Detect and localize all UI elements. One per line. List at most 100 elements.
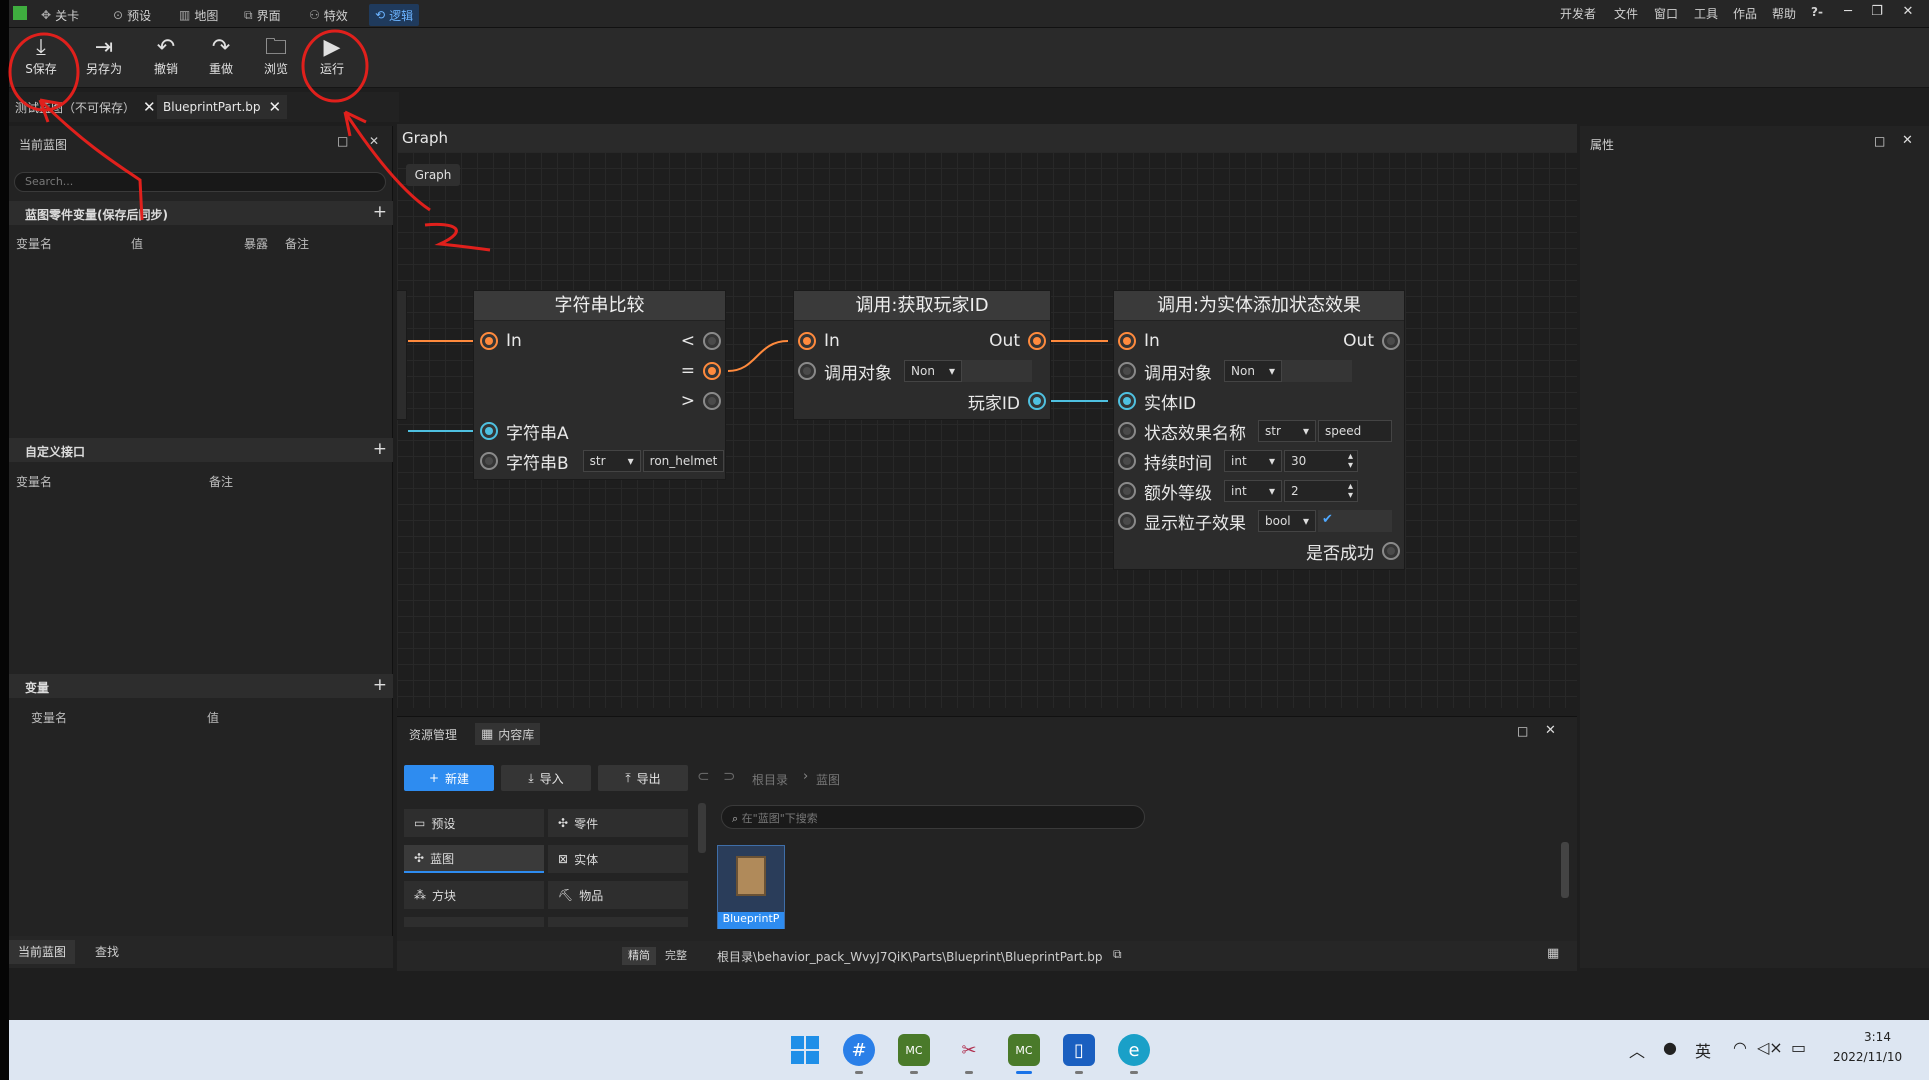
stepper-arrows-icon[interactable]: ▴ ▾ <box>1348 452 1353 471</box>
snipping-tool-icon[interactable]: ✂ <box>953 1034 985 1066</box>
ime-indicator[interactable]: 英 <box>1695 1038 1711 1062</box>
data-pin-icon[interactable] <box>1118 452 1136 470</box>
wifi-icon[interactable]: ◠ <box>1733 1038 1747 1057</box>
clock-time[interactable]: 3:14 <box>1864 1030 1891 1044</box>
type-dropdown[interactable]: str ▾ <box>1258 420 1316 442</box>
exec-pin-icon[interactable] <box>1382 332 1400 350</box>
pin-target[interactable]: 调用对象 Non ▾ <box>1118 359 1352 384</box>
category-entity[interactable]: ⊠ 实体 <box>548 845 688 873</box>
add-icon[interactable]: + <box>373 439 387 459</box>
asset-search-input[interactable]: ⌕ 在"蓝图"下搜索 <box>721 805 1145 829</box>
phone-app-icon[interactable]: ▯ <box>1063 1034 1095 1066</box>
forward-icon[interactable]: ⊃ <box>723 767 736 785</box>
category-item[interactable]: ⛏ 物品 <box>548 881 688 909</box>
target-field[interactable] <box>1282 360 1352 382</box>
pin-less-than[interactable]: < <box>681 329 721 353</box>
qq-icon[interactable]: ● <box>1663 1038 1677 1057</box>
close-icon[interactable]: ✕ <box>1898 4 1918 19</box>
grid-view-icon[interactable]: ▦ <box>1547 946 1559 961</box>
exec-pin-icon[interactable] <box>703 392 721 410</box>
windows-start-icon[interactable] <box>789 1034 821 1066</box>
particles-checkbox[interactable]: ✔ <box>1318 510 1392 532</box>
pin-equal[interactable]: = <box>681 359 721 383</box>
data-pin-icon[interactable] <box>480 422 498 440</box>
pin-target[interactable]: 调用对象 Non ▾ <box>798 359 1032 384</box>
back-icon[interactable]: ⊂ <box>697 767 710 785</box>
pin-out[interactable]: Out <box>1343 329 1400 353</box>
copy-icon[interactable]: ⧉ <box>1113 947 1122 962</box>
minimize-icon[interactable]: ─ <box>1838 4 1858 19</box>
data-pin-icon[interactable] <box>1118 482 1136 500</box>
pin-in[interactable]: In <box>1118 329 1160 353</box>
new-button[interactable]: + 新建 <box>404 765 494 791</box>
data-pin-icon[interactable] <box>1118 422 1136 440</box>
data-pin-icon[interactable] <box>480 452 498 470</box>
data-pin-icon[interactable] <box>1118 362 1136 380</box>
close-icon[interactable]: ✕ <box>1545 723 1556 738</box>
category-more[interactable] <box>404 917 544 927</box>
tab-content-library[interactable]: ▦ 内容库 <box>475 723 541 745</box>
tab-current-blueprint[interactable]: 当前蓝图 <box>9 940 75 964</box>
category-part[interactable]: ✣ 零件 <box>548 809 688 837</box>
help-dropdown-icon[interactable]: ?- <box>1811 5 1823 19</box>
pin-in[interactable]: In <box>480 329 522 353</box>
exec-pin-icon[interactable] <box>1118 332 1136 350</box>
pin-extra-level[interactable]: 额外等级 int ▾ 2 ▴ ▾ <box>1118 479 1358 504</box>
maximize-icon[interactable]: □ <box>1874 134 1885 148</box>
asset-scrollbar[interactable] <box>1561 842 1569 898</box>
exec-pin-icon[interactable] <box>703 362 721 380</box>
minecraft-icon[interactable]: MC <box>898 1034 930 1066</box>
pin-entity-id[interactable]: 实体ID <box>1118 389 1196 414</box>
category-block[interactable]: ⁂ 方块 <box>404 881 544 909</box>
exec-pin-icon[interactable] <box>480 332 498 350</box>
stepper-arrows-icon[interactable]: ▴ ▾ <box>1348 482 1353 501</box>
data-pin-icon[interactable] <box>1382 542 1400 560</box>
effect-name-value[interactable]: speed <box>1318 420 1392 442</box>
type-dropdown[interactable]: int ▾ <box>1224 480 1282 502</box>
section-custom-interface[interactable]: 自定义接口 + <box>9 438 393 462</box>
data-pin-icon[interactable] <box>1118 392 1136 410</box>
blueprint-file-tile[interactable]: BlueprintP <box>717 845 785 929</box>
pin-in[interactable]: In <box>798 329 840 353</box>
node-string-compare[interactable]: 字符串比较 In < = > 字符串A 字符串B str ▾ ron_helmet <box>473 290 726 480</box>
node-add-status-effect[interactable]: 调用:为实体添加状态效果 In Out 调用对象 Non ▾ 实体ID 状态效果名… <box>1113 290 1405 570</box>
type-dropdown[interactable]: int ▾ <box>1224 450 1282 472</box>
tray-overflow-icon[interactable]: ︿ <box>1629 1038 1645 1062</box>
pin-string-a[interactable]: 字符串A <box>480 419 569 444</box>
pin-show-particles[interactable]: 显示粒子效果 bool ▾ ✔ <box>1118 509 1392 534</box>
category-more[interactable] <box>548 917 688 927</box>
pin-duration[interactable]: 持续时间 int ▾ 30 ▴ ▾ <box>1118 449 1358 474</box>
tab-find[interactable]: 查找 <box>87 940 127 964</box>
data-pin-icon[interactable] <box>1028 392 1046 410</box>
breadcrumb-blueprint[interactable]: 蓝图 <box>816 771 840 788</box>
target-field[interactable] <box>962 360 1032 382</box>
menu-tools[interactable]: 工具 <box>1694 5 1718 22</box>
category-blueprint[interactable]: ✣ 蓝图 <box>404 845 544 873</box>
string-b-value[interactable]: ron_helmet <box>642 450 725 472</box>
pin-effect-name[interactable]: 状态效果名称 str ▾ speed <box>1118 419 1392 444</box>
menu-works[interactable]: 作品 <box>1733 5 1757 22</box>
level-stepper[interactable]: 2 ▴ ▾ <box>1284 480 1358 502</box>
exec-pin-icon[interactable] <box>703 332 721 350</box>
add-icon[interactable]: + <box>373 675 387 695</box>
pin-out[interactable]: Out <box>989 329 1046 353</box>
view-simple-toggle[interactable]: 精简 <box>622 947 656 965</box>
section-variables[interactable]: 变量 + <box>9 674 393 698</box>
pin-string-b[interactable]: 字符串B str ▾ ron_helmet <box>480 449 725 474</box>
data-pin-icon[interactable] <box>1118 512 1136 530</box>
view-full-toggle[interactable]: 完整 <box>659 947 693 965</box>
menu-help[interactable]: 帮助 <box>1772 5 1796 22</box>
battery-icon[interactable]: ▭ <box>1791 1038 1806 1057</box>
export-button[interactable]: ⤒ 导出 <box>598 765 688 791</box>
node-get-player-id[interactable]: 调用:获取玩家ID In Out 调用对象 Non ▾ 玩家ID <box>793 290 1051 420</box>
clock-date[interactable]: 2022/11/10 <box>1833 1050 1902 1064</box>
exec-pin-icon[interactable] <box>798 332 816 350</box>
exec-pin-icon[interactable] <box>1028 332 1046 350</box>
duration-stepper[interactable]: 30 ▴ ▾ <box>1284 450 1358 472</box>
import-button[interactable]: ⤓ 导入 <box>501 765 591 791</box>
breadcrumb-root[interactable]: 根目录 <box>752 771 788 788</box>
type-dropdown[interactable]: str ▾ <box>582 450 641 472</box>
data-pin-icon[interactable] <box>798 362 816 380</box>
target-dropdown[interactable]: Non ▾ <box>904 360 962 382</box>
menu-developer[interactable]: 开发者 <box>1560 5 1596 22</box>
